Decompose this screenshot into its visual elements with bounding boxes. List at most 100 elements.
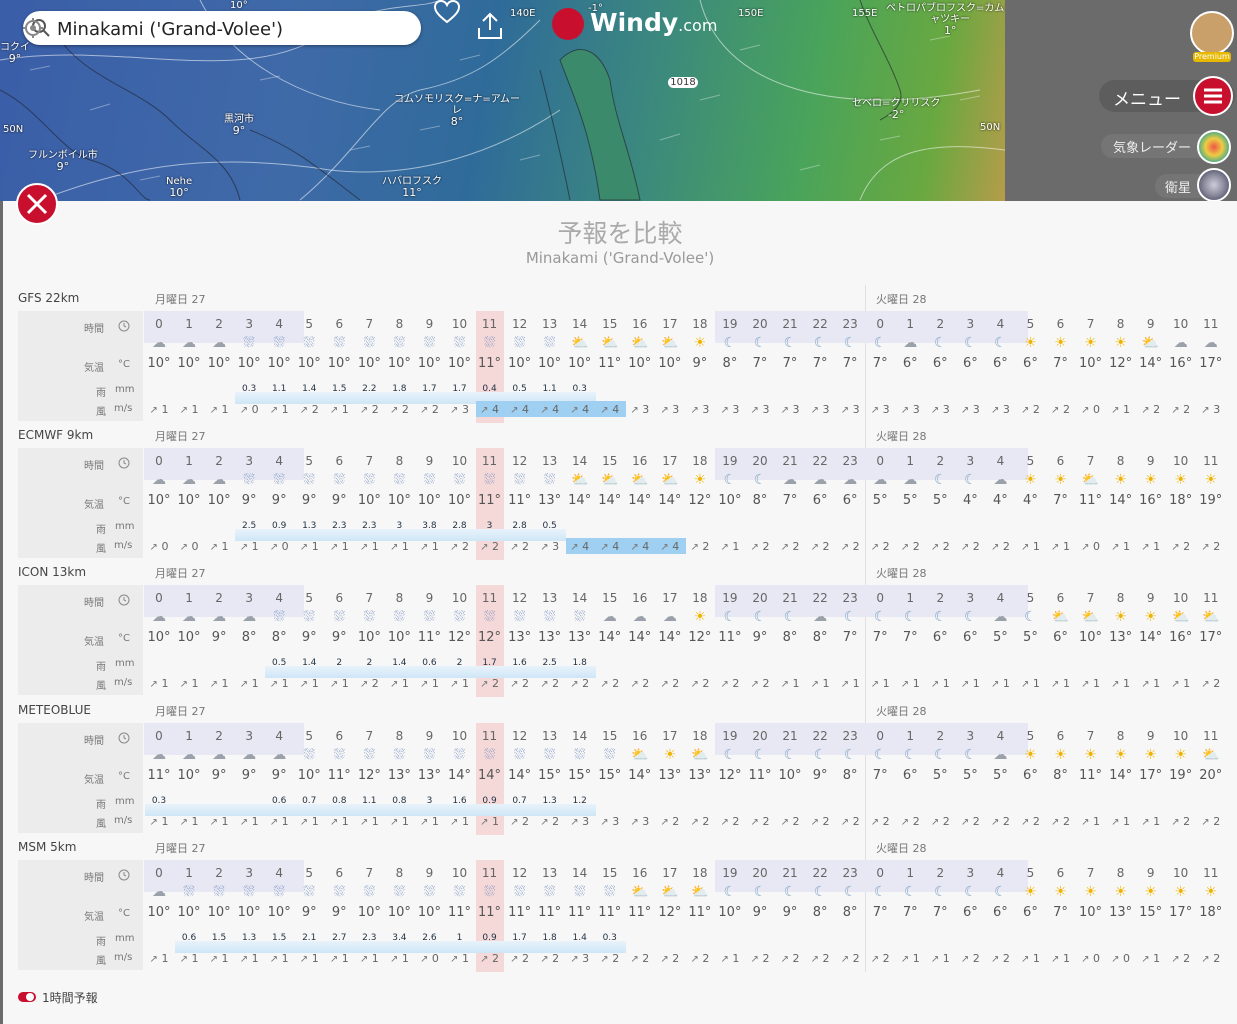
wind-speed: 2 [912,815,920,828]
city-label[interactable]: コクイ 9° [0,42,30,64]
weather-icon: ⛆ [273,884,285,900]
heart-icon[interactable] [434,0,460,24]
satellite-icon[interactable] [1197,168,1231,202]
weather-icon: ⛆ [393,472,405,488]
wind-speed: 2 [491,952,499,965]
weather-icon: ⛆ [483,609,496,625]
toggle-switch[interactable] [18,992,36,1002]
close-button[interactable] [16,183,58,225]
temp-cell: 14° [658,630,682,645]
weather-icon: ☀ [1114,335,1127,351]
search-input[interactable] [55,15,389,43]
wind-arrow-icon: ↗ [510,542,519,553]
panel-subtitle: Minakami ('Grand-Volee') [525,249,715,267]
weather-icon: ⛅ [1202,609,1220,625]
hour-cell: 0 [876,729,884,743]
rain-cell: 2.6 [422,933,437,943]
wind-speed: 1 [341,403,349,416]
wind-arrow-icon: ↗ [990,405,1000,416]
wind-arrow-icon: ↗ [930,679,940,690]
temp-cell: 5° [993,630,1008,645]
wind-cell: ↗ 2 [565,677,595,690]
hour-cell: 0 [155,454,163,468]
wind-arrow-icon: ↗ [900,954,910,965]
temp-cell: 4° [962,493,978,508]
wind-arrow-icon: ↗ [900,817,910,828]
hour-cell: 19 [722,729,738,743]
rain-cell: 3 [396,521,403,531]
clock-icon [118,594,130,606]
city-label[interactable]: フルンボイル市 9° [28,150,98,172]
city-label[interactable]: ペトロパブロフスク=カムチ ャツキー 1° [886,3,1005,36]
temp-cell: 8° [241,630,257,645]
wind-speed: 2 [1153,403,1161,416]
wind-speed: 1 [1092,815,1100,828]
wind-speed: 0 [1092,403,1100,416]
wind-arrow-icon: ↗ [450,954,459,965]
city-label[interactable]: ハバロフスク 11° [382,176,442,198]
temp-cell: 10° [447,493,472,508]
wind-speed: 2 [1002,540,1010,553]
menu-label: メニュー [1113,90,1181,110]
weather-map[interactable]: 50N 50N 140E 150E 155E 10° -1° 1018 コクイ 9… [0,0,1005,201]
rain-cell: 0.9 [482,796,497,806]
hour-cell: 9 [425,591,434,605]
hour-cell: 23 [842,729,858,743]
wind-arrow-icon: ↗ [990,817,1000,828]
wind-speed: 1 [1032,677,1040,690]
hour-cell: 8 [1116,729,1125,743]
temp-cell: 10° [508,356,532,371]
wind-speed: 2 [912,540,920,553]
weather-icon: ⛆ [483,472,496,488]
avatar[interactable] [1190,11,1234,55]
city-label[interactable]: セベロ=クリリスク -2° [852,98,940,120]
menu-icon[interactable] [1193,76,1233,116]
rain-cell: 2 [366,658,373,668]
temp-cell: 9° [211,630,227,645]
satellite-label: 衛星 [1165,181,1192,196]
temp-cell: 11° [508,905,532,920]
row-labels: 時間 気温 °C 雨 mm 風 m/s [18,448,143,558]
city-label[interactable]: Nehe 10° [166,176,192,198]
temp-cell: 7° [872,768,888,783]
wind-cell: ↗ 1 [264,952,294,965]
wind-cell: ↗ 1 [234,540,264,553]
wind-arrow-icon: ↗ [419,679,429,690]
search-bar[interactable] [23,11,421,45]
share-icon[interactable] [477,12,503,40]
rain-cell: 0.7 [512,796,527,806]
wind-cell: ↗ 1 [234,952,264,965]
wind-speed: 2 [762,952,770,965]
wind-arrow-icon: ↗ [900,679,910,690]
wind-arrow-icon: ↗ [269,817,279,828]
windy-logo[interactable]: Windy.com [552,8,717,40]
city-label[interactable]: 黒河市 9° [224,114,254,136]
wind-speed: 4 [672,540,680,553]
temp-cell: 10° [147,356,171,371]
rain-cell: 1.2 [572,796,587,806]
rain-cell: 1.7 [452,384,467,394]
weather-icon: ☾ [873,884,887,900]
wind-cell: ↗ 3 [865,403,895,416]
temp-cell: 14° [598,630,622,645]
temp-cell: 6° [842,493,858,508]
radar-button[interactable]: 気象レーダー [1101,134,1211,158]
wind-speed: 1 [1062,677,1070,690]
wind-speed: 2 [491,540,499,553]
wind-speed: 0 [251,403,259,416]
clock-icon [118,320,130,332]
locate-icon[interactable] [23,18,43,38]
temp-cell: 8° [752,493,768,508]
wind-cell: ↗ 2 [535,677,565,690]
temp-cell: 10° [538,356,562,371]
weather-icon: ⛅ [570,335,589,351]
wind-speed: 0 [281,540,289,553]
wind-cell: ↗ 1 [1106,815,1136,828]
hour-cell: 11 [481,866,498,880]
wind-cell: ↗ 2 [475,952,505,965]
city-label[interactable]: コムソモリスク=ナ=アムー レ 8° [394,94,520,127]
wind-cell: ↗ 4 [565,540,595,553]
weather-icon: ☁ [993,472,1008,488]
weather-icon: ☾ [903,747,917,763]
radar-icon[interactable] [1197,130,1231,164]
